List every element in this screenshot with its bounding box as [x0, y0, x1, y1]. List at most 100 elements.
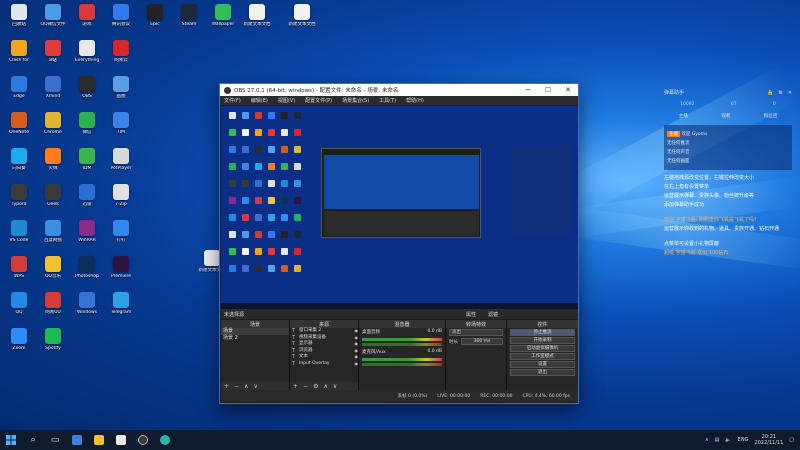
- scene-item[interactable]: 场景: [221, 328, 289, 335]
- control-button[interactable]: 工作室模式: [510, 353, 575, 360]
- desktop-icon[interactable]: TIM: [104, 110, 138, 146]
- desktop-icon[interactable]: 百度网盘: [36, 218, 70, 254]
- desktop-icon[interactable]: Typora: [2, 182, 36, 218]
- taskbar-app-obs-icon[interactable]: [132, 430, 154, 450]
- tab-fans[interactable]: 粉丝团: [764, 113, 778, 119]
- add-icon[interactable]: +: [293, 383, 298, 390]
- tab-host[interactable]: 主播: [679, 113, 688, 119]
- lock-icon[interactable]: 🔒: [767, 90, 773, 96]
- scene-item[interactable]: 场景 2: [221, 335, 289, 342]
- taskbar-app-explorer-icon[interactable]: [88, 430, 110, 450]
- down-icon[interactable]: ∨: [333, 383, 337, 390]
- menu-item[interactable]: 视图(V): [278, 97, 295, 104]
- desktop-icon[interactable]: 微信: [70, 110, 104, 146]
- menu-item[interactable]: 工具(T): [379, 97, 396, 104]
- taskbar-app-mail-icon[interactable]: [66, 430, 88, 450]
- remove-icon[interactable]: −: [234, 383, 239, 390]
- properties-button[interactable]: 属性: [458, 311, 484, 318]
- control-button[interactable]: 开始录制: [510, 337, 575, 344]
- desktop-icon[interactable]: 网易云: [104, 38, 138, 74]
- menu-item[interactable]: 编辑(E): [251, 97, 268, 104]
- desktop-icon[interactable]: 腾讯会议: [104, 2, 138, 38]
- desktop-icon[interactable]: Everything: [70, 38, 104, 74]
- desktop-icon[interactable]: PotPlayer: [104, 146, 138, 182]
- desktop-icon[interactable]: Premiere: [104, 254, 138, 290]
- desktop-icon[interactable]: B站: [36, 38, 70, 74]
- desktop-icon[interactable]: 向日葵: [2, 146, 36, 182]
- filters-button[interactable]: 滤镜: [484, 311, 578, 318]
- menu-item[interactable]: 场景集合(S): [342, 97, 369, 104]
- up-icon[interactable]: ∧: [244, 383, 248, 390]
- desktop-icon[interactable]: 新建文本文档: [240, 2, 274, 38]
- gear-icon[interactable]: ⚙: [778, 90, 782, 96]
- minimize-icon[interactable]: ─: [518, 84, 538, 96]
- clock[interactable]: 20:21 2022/11/11: [754, 434, 783, 446]
- taskbar-app-edge-icon[interactable]: [154, 430, 176, 450]
- desktop-icon[interactable]: 回收站: [2, 2, 36, 38]
- desktop-icon[interactable]: Spotify: [36, 326, 70, 362]
- desktop-icon[interactable]: Chrome: [36, 110, 70, 146]
- desktop-icon[interactable]: Telegram: [104, 290, 138, 326]
- volume-slider[interactable]: [362, 343, 442, 346]
- maximize-icon[interactable]: ☐: [538, 84, 558, 96]
- desktop-icon[interactable]: Wallpaper: [206, 2, 240, 38]
- desktop-icon[interactable]: 火绒: [36, 146, 70, 182]
- start-button[interactable]: [0, 430, 22, 450]
- add-icon[interactable]: +: [224, 383, 229, 390]
- desktop-icon[interactable]: 画图: [104, 74, 138, 110]
- desktop-icon[interactable]: Epic: [138, 2, 172, 38]
- desktop-icon[interactable]: QQ微信文件: [36, 2, 70, 38]
- desktop-icon[interactable]: WPS: [2, 254, 36, 290]
- up-icon[interactable]: ∧: [323, 383, 327, 390]
- source-item[interactable]: T Input Overlay ◉: [290, 361, 358, 368]
- menu-item[interactable]: 配置文件(P): [305, 97, 332, 104]
- tab-watch[interactable]: 观看: [721, 113, 730, 119]
- desktop-icon[interactable]: Xmind: [36, 74, 70, 110]
- language-indicator[interactable]: ENG: [738, 437, 749, 443]
- desktop-icon[interactable]: Windows: [70, 290, 104, 326]
- desktop-icon[interactable]: Geek: [36, 182, 70, 218]
- desktop-icon[interactable]: QQ: [2, 290, 36, 326]
- desktop-icon[interactable]: WinRAR: [70, 218, 104, 254]
- desktop-icon[interactable]: 游戏: [70, 2, 104, 38]
- volume-icon[interactable]: 🔈: [725, 437, 731, 443]
- desktop-icon[interactable]: Clash for: [2, 38, 36, 74]
- remove-icon[interactable]: −: [303, 383, 308, 390]
- obs-titlebar[interactable]: OBS 27.0.1 (64-bit, windows) - 配置文件: 未命名…: [220, 84, 578, 96]
- desktop-icon[interactable]: Edge: [2, 74, 36, 110]
- close-icon[interactable]: ✕: [788, 90, 792, 96]
- control-button[interactable]: 停止推流: [510, 329, 575, 336]
- desktop-icon[interactable]: Steam: [172, 2, 206, 38]
- down-icon[interactable]: ∨: [253, 383, 257, 390]
- duration-input[interactable]: 300 ms: [461, 338, 503, 345]
- menu-item[interactable]: 文件(F): [224, 97, 241, 104]
- chevron-up-icon[interactable]: ∧: [705, 437, 709, 443]
- desktop-icon[interactable]: IDM: [70, 146, 104, 182]
- obs-window[interactable]: OBS 27.0.1 (64-bit, windows) - 配置文件: 未命名…: [219, 83, 579, 404]
- menu-item[interactable]: 帮助(H): [406, 97, 424, 104]
- control-button[interactable]: 启动虚拟摄像机: [510, 345, 575, 352]
- desktop-icon[interactable]: OneNote: [2, 110, 36, 146]
- visibility-icon[interactable]: ◉: [355, 361, 359, 368]
- control-button[interactable]: 退出: [510, 369, 575, 376]
- desktop-icon[interactable]: Photoshop: [70, 254, 104, 290]
- search-icon[interactable]: ⌕: [22, 430, 44, 450]
- desktop-icon[interactable]: 钉钉: [104, 218, 138, 254]
- desktop-icon[interactable]: VS Code: [2, 218, 36, 254]
- desktop-icon[interactable]: OBS: [70, 74, 104, 110]
- close-icon[interactable]: ✕: [558, 84, 578, 96]
- network-icon[interactable]: ▤: [715, 437, 720, 443]
- desktop-icon[interactable]: 网易UU: [36, 290, 70, 326]
- taskbar-app-store-icon[interactable]: [110, 430, 132, 450]
- desktop-icon[interactable]: QQ音乐: [36, 254, 70, 290]
- desktop-icon[interactable]: 迅雷: [70, 182, 104, 218]
- desktop-icon[interactable]: 7-Zip: [104, 182, 138, 218]
- desktop-icon[interactable]: Zoom: [2, 326, 36, 362]
- transition-select[interactable]: 淡出: [449, 329, 503, 336]
- control-button[interactable]: 设置: [510, 361, 575, 368]
- desktop-icon-text-file-2[interactable]: 新建文本文档: [285, 2, 319, 38]
- volume-slider[interactable]: [362, 363, 442, 366]
- gear-icon[interactable]: ⚙: [313, 383, 318, 390]
- task-view-icon[interactable]: ▭: [44, 430, 66, 450]
- notification-icon[interactable]: ▢: [789, 437, 794, 443]
